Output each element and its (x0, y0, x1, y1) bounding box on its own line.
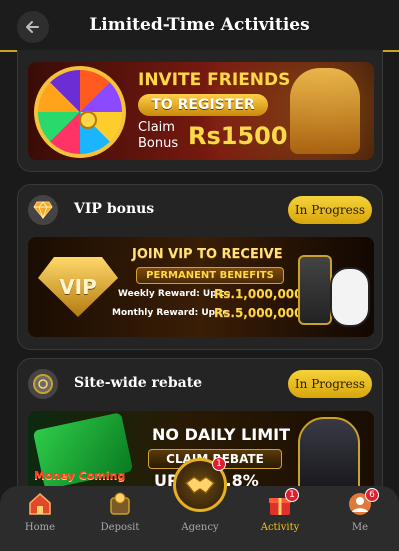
vip-line1: JOIN VIP TO RECEIVE (132, 247, 283, 262)
handshake-icon (185, 476, 215, 494)
cow-mascot-icon (330, 267, 370, 327)
banner-line2-pill: TO REGISTER (138, 94, 268, 116)
activity-card-vip[interactable]: VIP bonus In Progress VIP JOIN VIP TO RE… (17, 184, 383, 350)
activity-card-invite[interactable]: INVITE FRIENDS TO REGISTER Claim Bonus R… (17, 50, 383, 172)
status-button[interactable]: In Progress (288, 370, 372, 398)
nav-label: Home (24, 522, 56, 533)
monthly-value: Rs.5,000,000 (214, 306, 303, 320)
user-icon: 6 (347, 488, 379, 516)
diamond-icon (28, 195, 58, 225)
card-header: Site-wide rebate In Progress (18, 359, 382, 409)
home-icon (27, 492, 53, 516)
nav-item-me[interactable]: 6 Me (325, 488, 395, 544)
slot-machine-icon (298, 255, 332, 325)
notification-badge: 1 (285, 488, 299, 502)
notification-badge: 1 (212, 457, 226, 471)
nav-label: Agency (181, 522, 219, 533)
nav-label: Deposit (100, 522, 140, 533)
nav-item-deposit[interactable]: Deposit (85, 492, 155, 544)
notification-badge: 6 (365, 488, 379, 502)
anubis-figure-icon (298, 417, 360, 497)
rebate-coin-icon (28, 369, 58, 399)
status-button[interactable]: In Progress (288, 196, 372, 224)
page-title: Limited-Time Activities (89, 15, 310, 35)
vip-badge: VIP (38, 257, 118, 317)
weekly-value: Rs.1,000,000 (214, 287, 303, 301)
banner-bonus: Bonus (138, 136, 179, 151)
banner-amount: Rs1500 (188, 122, 288, 150)
lucky-wheel-icon (34, 66, 126, 158)
character-figure-icon (290, 68, 360, 154)
invite-friends-banner[interactable]: INVITE FRIENDS TO REGISTER Claim Bonus R… (28, 62, 374, 160)
nav-label: Me (351, 522, 369, 533)
banner-line2: TO REGISTER (151, 97, 255, 113)
brand-logo: Money Coming (34, 469, 126, 482)
nav-item-activity[interactable]: 1 Activity (245, 488, 315, 544)
vip-banner[interactable]: VIP JOIN VIP TO RECEIVE PERMANENT BENEFI… (28, 237, 374, 337)
vip-line2-pill: PERMANENT BENEFITS (136, 267, 284, 284)
banner-claim: Claim (138, 120, 175, 135)
activity-title: VIP bonus (74, 201, 155, 217)
deposit-icon (107, 492, 133, 516)
rebate-line1: NO DAILY LIMIT (152, 425, 290, 444)
nav-label: Activity (260, 522, 300, 533)
header: Limited-Time Activities (0, 0, 399, 52)
banner-line1: INVITE FRIENDS (138, 70, 291, 90)
gift-icon: 1 (267, 488, 299, 516)
agency-button[interactable]: 1 (173, 457, 227, 512)
monthly-label: Monthly Reward: Up to (112, 308, 229, 318)
card-header: VIP bonus In Progress (18, 185, 382, 235)
nav-item-home[interactable]: Home (5, 492, 75, 544)
activity-title: Site-wide rebate (74, 375, 203, 391)
